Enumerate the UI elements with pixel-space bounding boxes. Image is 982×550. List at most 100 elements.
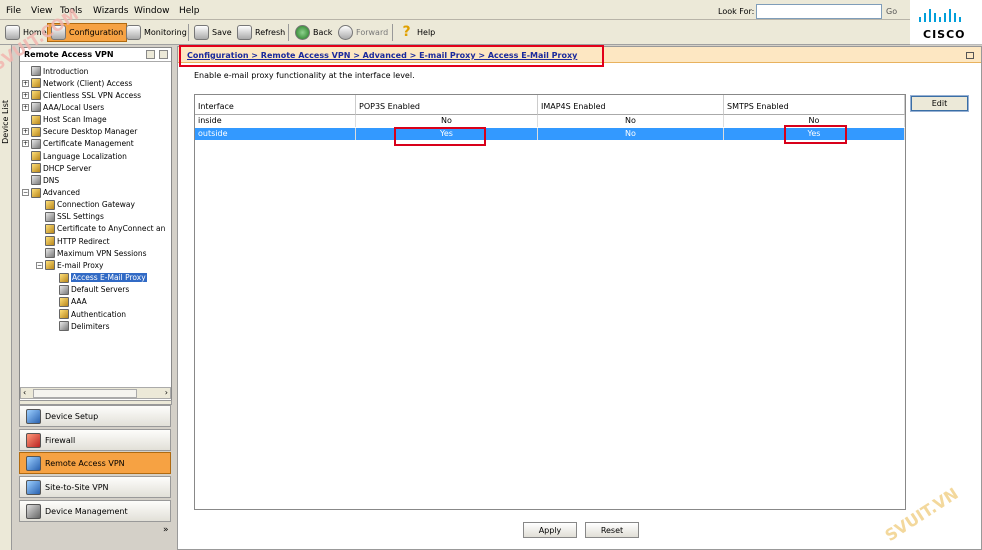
tree-node-icon	[31, 187, 41, 198]
tree-node-icon	[31, 151, 41, 162]
tree-node-icon	[59, 284, 69, 295]
menu-window[interactable]: Window	[134, 6, 170, 16]
nav-tree-item[interactable]: AAA	[50, 296, 87, 308]
menu-file[interactable]: File	[6, 6, 21, 16]
nav-site-to-site-vpn[interactable]: Site-to-Site VPN	[19, 476, 171, 498]
back-button[interactable]: Back	[292, 23, 335, 42]
menu-view[interactable]: View	[31, 6, 52, 16]
nav-firewall[interactable]: Firewall	[19, 429, 171, 451]
table-cell: No	[356, 115, 538, 127]
nav-tree-item[interactable]: + AAA/Local Users	[22, 101, 104, 113]
nav-tree-label: Maximum VPN Sessions	[57, 248, 147, 258]
column-header-pop3s[interactable]: POP3S Enabled	[356, 95, 538, 115]
tree-expander-icon[interactable]: +	[22, 140, 29, 148]
tree-node-icon	[31, 175, 41, 186]
nav-remote-access-vpn[interactable]: Remote Access VPN	[19, 452, 171, 474]
nav-tree-item[interactable]: DHCP Server	[22, 162, 91, 174]
close-icon[interactable]	[159, 50, 168, 59]
tree-expander-icon[interactable]: +	[22, 91, 29, 99]
home-icon	[5, 25, 20, 40]
table-cell: No	[538, 115, 724, 127]
nav-tree-item[interactable]: DNS	[22, 174, 59, 186]
nav-tree-item[interactable]: Language Localization	[22, 150, 127, 162]
nav-tree-item[interactable]: Default Servers	[50, 284, 129, 296]
nav-tree-item[interactable]: Introduction	[22, 65, 88, 77]
nav-tree-item[interactable]: Host Scan Image	[22, 114, 107, 126]
toolbar-divider	[288, 24, 289, 41]
nav-tree-item[interactable]: HTTP Redirect	[36, 235, 110, 247]
tree-node-icon	[31, 102, 41, 113]
tree-node-icon	[31, 114, 41, 125]
pop3s-highlight-box	[394, 127, 486, 146]
smtps-highlight-box	[784, 125, 847, 144]
nav-tree-item[interactable]: − E-mail Proxy	[36, 259, 103, 271]
scroll-left-icon[interactable]: ‹	[23, 388, 26, 397]
more-buttons-icon[interactable]: »	[163, 525, 169, 535]
remote-access-vpn-icon	[26, 455, 41, 471]
nav-tree-item[interactable]: + Clientless SSL VPN Access	[22, 89, 141, 101]
scroll-right-icon[interactable]: ›	[165, 388, 168, 397]
nav-tree-item[interactable]: Certificate to AnyConnect an	[36, 223, 165, 235]
tree-node-icon	[59, 321, 69, 332]
save-button[interactable]: Save	[191, 23, 235, 42]
nav-tree-item[interactable]: + Certificate Management	[22, 138, 134, 150]
tree-expander-icon[interactable]: +	[22, 103, 29, 111]
nav-tree-label: Authentication	[71, 309, 127, 319]
device-management-icon	[26, 503, 41, 519]
nav-tree-item[interactable]: Access E-Mail Proxy	[50, 272, 147, 284]
nav-tree-item[interactable]: Delimiters	[50, 320, 110, 332]
edit-button[interactable]: Edit	[910, 95, 969, 112]
nav-tree-label: Certificate to AnyConnect an	[57, 224, 166, 234]
menu-help[interactable]: Help	[179, 6, 200, 16]
tree-expander-icon[interactable]: +	[22, 128, 29, 136]
column-header-smtps[interactable]: SMTPS Enabled	[724, 95, 905, 115]
nav-tree-item[interactable]: − Advanced	[22, 187, 80, 199]
menu-wizards[interactable]: Wizards	[93, 6, 128, 16]
breadcrumb[interactable]: Configuration > Remote Access VPN > Adva…	[187, 51, 577, 60]
refresh-button[interactable]: Refresh	[234, 23, 288, 42]
nav-tree-label: E-mail Proxy	[57, 260, 104, 270]
apply-button[interactable]: Apply	[523, 522, 577, 538]
disk-icon	[194, 25, 209, 40]
page-description: Enable e-mail proxy functionality at the…	[194, 71, 415, 80]
nav-tree-label: SSL Settings	[57, 212, 104, 222]
maximize-icon[interactable]	[966, 52, 974, 59]
nav-tree-item[interactable]: Connection Gateway	[36, 199, 135, 211]
nav-tree-item[interactable]: + Network (Client) Access	[22, 77, 132, 89]
nav-tree-label: AAA	[71, 297, 87, 307]
tree-expander-icon[interactable]: −	[36, 261, 43, 269]
monitoring-button[interactable]: Monitoring	[123, 23, 190, 42]
restore-icon[interactable]	[146, 50, 155, 59]
nav-tree-label: Host Scan Image	[43, 115, 107, 125]
nav-tree-item[interactable]: SSL Settings	[36, 211, 104, 223]
column-header-interface[interactable]: Interface	[195, 95, 356, 115]
tree-node-icon	[45, 236, 55, 247]
nav-horizontal-scrollbar[interactable]: ‹ ›	[20, 387, 171, 399]
email-proxy-table: Interface POP3S Enabled IMAP4S Enabled S…	[194, 94, 906, 510]
nav-tree-label: AAA/Local Users	[43, 102, 105, 112]
look-for-input[interactable]	[756, 4, 882, 19]
tree-node-icon	[31, 126, 41, 137]
back-arrow-icon	[295, 25, 310, 40]
scroll-thumb[interactable]	[33, 389, 137, 398]
tree-expander-icon[interactable]: +	[22, 79, 29, 87]
nav-device-setup[interactable]: Device Setup	[19, 405, 171, 427]
nav-tree-label: Connection Gateway	[57, 200, 135, 210]
column-header-imap4s[interactable]: IMAP4S Enabled	[538, 95, 724, 115]
help-button[interactable]: ? Help	[396, 23, 438, 42]
nav-tree-item[interactable]: Maximum VPN Sessions	[36, 247, 147, 259]
tree-node-icon	[45, 260, 55, 271]
go-button[interactable]: Go	[886, 7, 897, 16]
reset-button[interactable]: Reset	[585, 522, 639, 538]
nav-tree-item[interactable]: + Secure Desktop Manager	[22, 126, 137, 138]
forward-button[interactable]: Forward	[335, 23, 391, 42]
nav-device-management[interactable]: Device Management	[19, 500, 171, 522]
nav-tree-item[interactable]: Authentication	[50, 308, 126, 320]
tree-node-icon	[59, 296, 69, 307]
tree-expander-icon[interactable]: −	[22, 189, 29, 196]
device-list-tab[interactable]: Device List	[0, 45, 12, 550]
